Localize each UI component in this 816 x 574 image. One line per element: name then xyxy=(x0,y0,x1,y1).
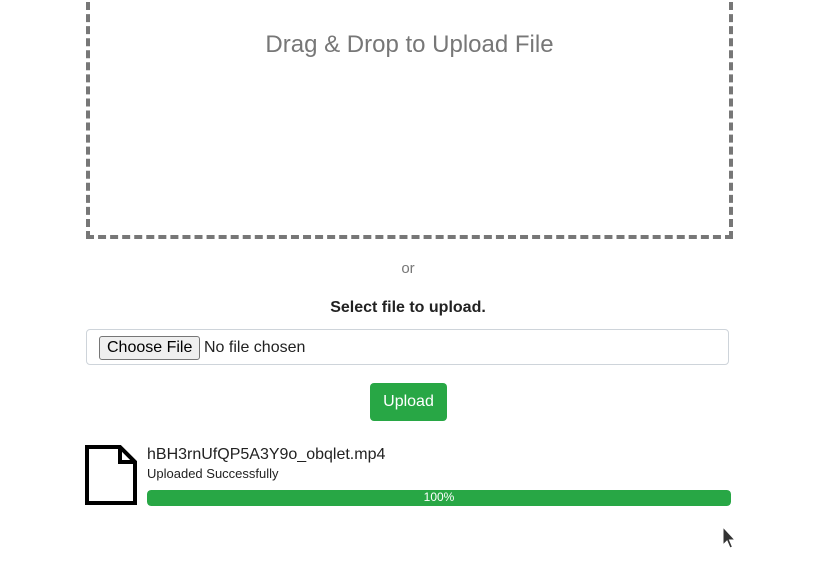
no-file-chosen-text: No file chosen xyxy=(204,339,306,356)
upload-progress-bar: 100% xyxy=(147,490,731,506)
upload-status-text: Uploaded Successfully xyxy=(147,466,279,481)
drop-zone[interactable]: Drag & Drop to Upload File xyxy=(86,0,733,239)
upload-page: Drag & Drop to Upload File or Select fil… xyxy=(0,0,816,574)
drop-zone-text: Drag & Drop to Upload File xyxy=(265,31,554,58)
file-input[interactable]: Choose File No file chosen xyxy=(86,329,729,365)
select-file-label: Select file to upload. xyxy=(330,299,486,316)
uploaded-file-name: hBH3rnUfQP5A3Y9o_obqlet.mp4 xyxy=(147,446,386,463)
choose-file-button[interactable]: Choose File xyxy=(99,336,201,360)
mouse-cursor-icon xyxy=(722,526,736,549)
upload-button[interactable]: Upload xyxy=(370,383,447,421)
file-icon xyxy=(85,445,137,505)
upload-progress-track: 100% xyxy=(147,490,731,506)
or-separator: or xyxy=(401,260,415,277)
